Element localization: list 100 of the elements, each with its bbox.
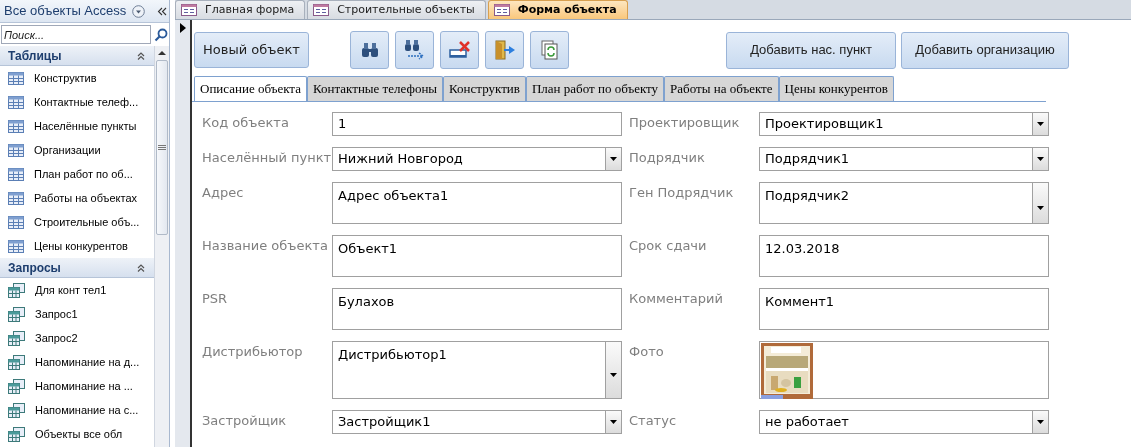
- field-label: Застройщик: [202, 412, 288, 430]
- dropdown-button[interactable]: [1032, 113, 1048, 135]
- table-icon: [8, 71, 24, 85]
- navigation-item[interactable]: Организации: [0, 138, 154, 162]
- field-label: Проектировщик: [629, 114, 741, 132]
- scrollbar[interactable]: [154, 46, 169, 447]
- field-label: PSR: [202, 290, 229, 308]
- text-area[interactable]: Коммент1: [759, 288, 1049, 330]
- text-area[interactable]: Объект1: [332, 235, 622, 277]
- caret-icon: [1037, 157, 1044, 161]
- delete-record-icon: [448, 41, 471, 59]
- navigation-item[interactable]: Напоминание на д...: [0, 350, 154, 374]
- text-area[interactable]: Булахов: [332, 288, 622, 330]
- dropdown-button[interactable]: [605, 148, 621, 170]
- document-tab[interactable]: Главная форма: [175, 0, 306, 19]
- table-icon: [8, 167, 24, 181]
- query-icon: [8, 354, 25, 370]
- field-label: Статус: [629, 412, 678, 430]
- field-label: Комментарий: [629, 290, 724, 308]
- table-icon: [8, 143, 24, 157]
- dropdown-icon[interactable]: [132, 4, 146, 18]
- navigation-item[interactable]: Напоминание на с...: [0, 398, 154, 422]
- collapse-group-icon[interactable]: [136, 262, 146, 273]
- toolbar-button[interactable]: [350, 31, 389, 69]
- query-icon: [8, 402, 25, 418]
- form-icon: [181, 4, 197, 16]
- search-icon[interactable]: [154, 27, 168, 42]
- query-icon: [8, 426, 25, 442]
- navigation-item[interactable]: Конструктив: [0, 66, 154, 90]
- scroll-thumb[interactable]: [156, 60, 168, 235]
- toolbar-button[interactable]: [530, 31, 569, 69]
- add-button[interactable]: Добавить организацию: [901, 31, 1069, 69]
- table-icon: [8, 239, 24, 253]
- combo-value: Подрядчик1: [764, 150, 851, 169]
- form-tab[interactable]: Контактные телефоны: [307, 76, 444, 101]
- form-tab[interactable]: Конструктив: [443, 76, 526, 101]
- field-label: Ген Подрядчик: [629, 184, 735, 202]
- combo-box[interactable]: не работает: [759, 410, 1049, 434]
- field-label: Адрес: [202, 184, 245, 202]
- document-tab[interactable]: Форма объекта: [487, 0, 628, 19]
- collapse-group-icon[interactable]: [136, 50, 146, 61]
- combo-box[interactable]: Проектировщик1: [759, 112, 1049, 136]
- query-icon: [8, 378, 25, 394]
- query-icon: [8, 282, 25, 298]
- group-title: Запросы: [8, 259, 62, 277]
- navigation-item[interactable]: Цены конкурентов: [0, 234, 154, 258]
- field-label: Подрядчик: [629, 149, 706, 167]
- document-tab[interactable]: Строительные объекты: [307, 0, 486, 19]
- grip-icon: [158, 145, 166, 150]
- navigation-item[interactable]: План работ по об...: [0, 162, 154, 186]
- form-tab[interactable]: Описание объекта: [194, 76, 307, 101]
- form-icon: [313, 4, 330, 16]
- collapse-icon[interactable]: [157, 6, 167, 16]
- dropdown-button[interactable]: [1032, 411, 1048, 433]
- dropdown-button[interactable]: [1032, 183, 1048, 223]
- caret-icon: [1037, 122, 1044, 126]
- form-tab[interactable]: Работы на объекте: [664, 76, 779, 101]
- binoculars-icon: [360, 42, 379, 58]
- navigation-item[interactable]: Объекты все обл: [0, 422, 154, 446]
- text-area[interactable]: Адрес объекта1: [332, 182, 622, 224]
- text-field[interactable]: 1: [332, 112, 622, 136]
- search-field[interactable]: Поиск...: [1, 25, 151, 44]
- navigation-item[interactable]: Напоминание на ...: [0, 374, 154, 398]
- new-object-button[interactable]: Новый объект: [194, 32, 309, 68]
- combo-box[interactable]: Застройщик1: [332, 410, 622, 434]
- combo-value: Застройщик1: [337, 413, 432, 432]
- navigation-item[interactable]: Работы на объектах: [0, 186, 154, 210]
- toolbar-button[interactable]: [485, 31, 524, 69]
- navigation-item[interactable]: Запрос2: [0, 326, 154, 350]
- dropdown-button[interactable]: [1032, 148, 1048, 170]
- table-icon: [8, 95, 24, 109]
- combo-value: Подрядчик2: [764, 187, 851, 205]
- record-selector[interactable]: [175, 20, 192, 447]
- combo-box[interactable]: Дистрибьютор1: [332, 341, 622, 399]
- toolbar-button[interactable]: [395, 31, 434, 69]
- add-button[interactable]: Добавить нас. пункт: [726, 31, 896, 69]
- form-tab[interactable]: Цены конкурентов: [778, 76, 894, 101]
- combo-box[interactable]: Нижний Новгород: [332, 147, 622, 171]
- text-area[interactable]: 12.03.2018: [759, 235, 1049, 277]
- navigation-item[interactable]: Для конт тел1: [0, 278, 154, 302]
- form-tab[interactable]: План работ по объекту: [525, 76, 665, 101]
- navigation-item[interactable]: Контактные телеф...: [0, 90, 154, 114]
- field-label: Дистрибьютор: [202, 343, 304, 361]
- combo-box[interactable]: Подрядчик1: [759, 147, 1049, 171]
- table-icon: [8, 119, 24, 133]
- toolbar-button[interactable]: [440, 31, 479, 69]
- caret-icon: [610, 373, 617, 377]
- combo-box[interactable]: Подрядчик2: [759, 182, 1049, 224]
- table-icon: [8, 191, 24, 205]
- caret-icon: [1037, 420, 1044, 424]
- binoculars-arrow-icon: [403, 40, 426, 60]
- door-arrow-icon: [493, 40, 516, 60]
- navigation-item[interactable]: Запрос1: [0, 302, 154, 326]
- navigation-item[interactable]: Строительные объ...: [0, 210, 154, 234]
- dropdown-button[interactable]: [605, 411, 621, 433]
- navigation-item[interactable]: Населённые пункты: [0, 114, 154, 138]
- current-record-icon: [179, 23, 186, 33]
- group-header[interactable]: Таблицы: [0, 46, 154, 66]
- caret-icon: [610, 420, 617, 424]
- group-header[interactable]: Запросы: [0, 258, 154, 278]
